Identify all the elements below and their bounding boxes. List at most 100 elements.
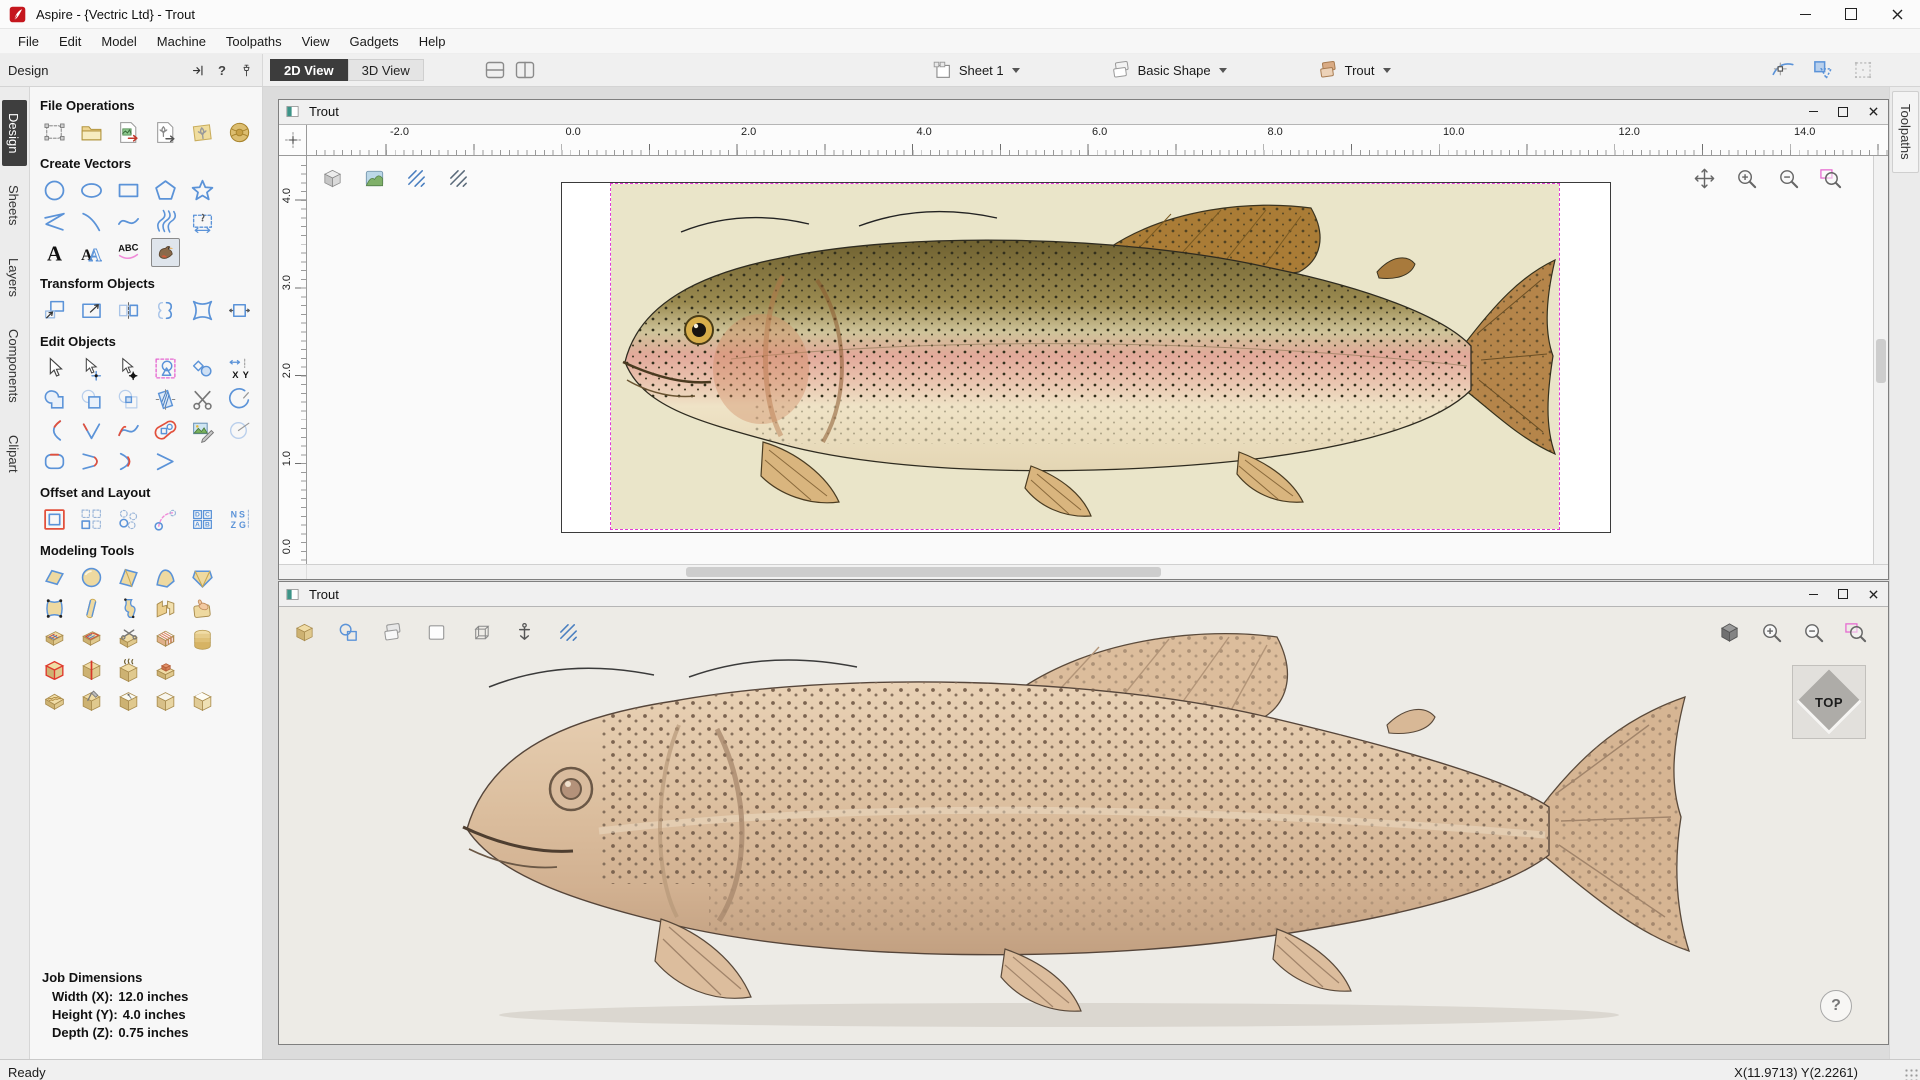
tool-emboss-weave[interactable] — [151, 625, 180, 654]
menu-help[interactable]: Help — [409, 31, 456, 52]
menu-edit[interactable]: Edit — [49, 31, 91, 52]
tool-slice-model[interactable] — [114, 687, 143, 716]
tool-draw-star[interactable] — [188, 176, 217, 205]
tool-distort-object[interactable] — [188, 296, 217, 325]
tool-import-bitmap[interactable] — [114, 118, 143, 147]
3d-window-minimize-button[interactable] — [1798, 582, 1828, 606]
tool-extend-vector[interactable] — [77, 447, 106, 476]
tool-turn-model[interactable] — [114, 594, 143, 623]
tool-draw-dimensions[interactable] — [188, 207, 217, 236]
tool-smooth-model[interactable] — [114, 656, 143, 685]
menu-view[interactable]: View — [292, 31, 340, 52]
zoom-out-button[interactable] — [1773, 164, 1803, 194]
tool-interactive-transform[interactable] — [114, 354, 143, 383]
tool-subtract-vectors[interactable] — [77, 385, 106, 414]
split-view-vertical-button[interactable] — [510, 57, 540, 83]
side-tab-clipart[interactable]: Clipart — [2, 422, 27, 486]
tool-carving-tools[interactable] — [77, 687, 106, 716]
toggle-bitmap-preview-button[interactable] — [359, 164, 389, 194]
snap-to-geometry-toggle[interactable] — [1768, 57, 1798, 83]
zoom-to-selection-3d-button[interactable] — [1840, 617, 1870, 647]
tool-weld-vectors[interactable] — [40, 385, 69, 414]
tool-two-rail-sweep[interactable] — [114, 563, 143, 592]
toggle-toolpath-drawing-button[interactable] — [401, 164, 431, 194]
tool-array-copy[interactable] — [77, 505, 106, 534]
window-minimize-button[interactable] — [1782, 0, 1828, 28]
tool-extrude-shape[interactable] — [188, 563, 217, 592]
panel-help-button[interactable]: ? — [212, 60, 232, 80]
2d-window-maximize-button[interactable] — [1828, 100, 1858, 124]
tool-trim-vectors[interactable] — [188, 385, 217, 414]
tool-curved-surface[interactable] — [151, 563, 180, 592]
resize-grip[interactable] — [1904, 1068, 1918, 1080]
tool-draped-surface[interactable] — [40, 594, 69, 623]
tool-box-selection[interactable] — [151, 354, 180, 383]
tool-draw-text[interactable]: A — [40, 238, 69, 267]
toggle-toolpath-drawing-3d-button[interactable] — [553, 617, 583, 647]
tool-measure-tool[interactable]: XY — [225, 354, 254, 383]
tool-overlap-vectors[interactable] — [114, 385, 143, 414]
tool-chamfer-corner[interactable] — [151, 447, 180, 476]
level-dropdown-trout[interactable]: Trout — [1311, 57, 1397, 83]
tool-create-shape[interactable] — [40, 563, 69, 592]
menu-toolpaths[interactable]: Toolpaths — [216, 31, 292, 52]
tool-crop-model[interactable] — [40, 656, 69, 685]
view-orientation-badge[interactable]: TOP — [1792, 665, 1866, 739]
tool-edit-picture[interactable] — [188, 416, 217, 445]
tool-fit-lines[interactable] — [77, 416, 106, 445]
tool-auto-layout-text[interactable]: AA — [77, 238, 106, 267]
toggle-material-block-button[interactable] — [317, 164, 347, 194]
pin-panel-button[interactable] — [236, 60, 256, 80]
tool-mirror-copy[interactable] — [151, 296, 180, 325]
2d-vertical-scrollbar[interactable] — [1873, 156, 1888, 564]
side-tab-components[interactable]: Components — [2, 316, 27, 416]
tool-draw-curve[interactable] — [114, 207, 143, 236]
side-tab-sheets[interactable]: Sheets — [2, 172, 27, 238]
tool-angled-planes[interactable] — [151, 594, 180, 623]
2d-canvas[interactable] — [307, 156, 1873, 564]
tool-circle-trim[interactable] — [225, 385, 254, 414]
tool-vector-texture[interactable] — [151, 207, 180, 236]
3d-window-titlebar[interactable]: Trout — [279, 582, 1888, 607]
tool-import-3d-model[interactable] — [225, 118, 254, 147]
tool-soften-block[interactable] — [188, 687, 217, 716]
tool-stack-slices[interactable] — [188, 625, 217, 654]
tool-create-dome[interactable] — [77, 563, 106, 592]
tool-set-size[interactable] — [77, 296, 106, 325]
tool-extrude-bar[interactable] — [77, 594, 106, 623]
2d-horizontal-scrollbar[interactable] — [307, 565, 1888, 579]
tool-round-block[interactable] — [151, 687, 180, 716]
2d-window-minimize-button[interactable] — [1798, 100, 1828, 124]
tool-align-objects[interactable] — [225, 296, 254, 325]
side-tab-layers[interactable]: Layers — [2, 245, 27, 310]
tool-fit-arcs[interactable] — [40, 416, 69, 445]
tool-texture-component[interactable] — [77, 625, 106, 654]
2d-window-close-button[interactable] — [1858, 100, 1888, 124]
tool-shrink-wrap[interactable] — [151, 656, 180, 685]
tool-copy-along-vectors[interactable] — [151, 505, 180, 534]
tool-trim-model[interactable] — [114, 625, 143, 654]
tool-vector-boundary[interactable] — [151, 416, 180, 445]
tool-fit-curves[interactable] — [114, 416, 143, 445]
tool-split-model[interactable] — [77, 656, 106, 685]
tool-close-vector[interactable] — [225, 416, 254, 445]
3d-canvas[interactable]: TOP ? — [279, 607, 1888, 1044]
menu-machine[interactable]: Machine — [147, 31, 216, 52]
tool-import-component[interactable] — [188, 118, 217, 147]
sheet-dropdown[interactable]: Sheet 1 — [925, 57, 1026, 83]
tool-export-vectors[interactable] — [151, 118, 180, 147]
tool-draw-rectangle[interactable] — [114, 176, 143, 205]
tool-text-on-curve[interactable]: ABC — [114, 238, 143, 267]
tool-draw-circle[interactable] — [40, 176, 69, 205]
isometric-view-button[interactable] — [1714, 617, 1744, 647]
toggle-toolpath-solid-button[interactable] — [443, 164, 473, 194]
tab-2d-view[interactable]: 2D View — [270, 59, 348, 81]
tool-open-file[interactable] — [77, 118, 106, 147]
tab-3d-view[interactable]: 3D View — [348, 59, 424, 81]
tool-curve-fillet[interactable] — [114, 447, 143, 476]
trout-bitmap-selected[interactable] — [611, 184, 1559, 529]
tool-sculpt-model[interactable] — [188, 594, 217, 623]
snap-to-grid-toggle[interactable] — [1848, 57, 1878, 83]
tool-draw-polyline[interactable] — [40, 207, 69, 236]
tool-node-edit[interactable] — [77, 354, 106, 383]
